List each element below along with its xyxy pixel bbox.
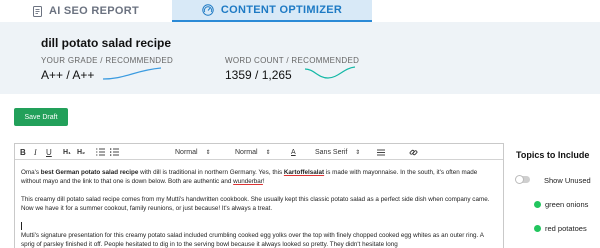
tab-ai-seo-report-label: AI SEO REPORT bbox=[48, 5, 140, 17]
italic-button[interactable]: I bbox=[34, 147, 37, 157]
ordered-list-button[interactable] bbox=[96, 147, 105, 157]
text-run: with dill is traditional in northern Ger… bbox=[138, 169, 284, 176]
text-run: Oma's bbox=[21, 169, 41, 176]
underline-button[interactable]: U bbox=[46, 147, 52, 157]
bold-keyword: best German potato salad recipe bbox=[40, 169, 139, 176]
font-select-label: Sans Serif bbox=[315, 148, 348, 156]
chevron-updown-icon: ⇕ bbox=[205, 149, 211, 156]
bold-button[interactable]: B bbox=[20, 147, 26, 157]
content-editor[interactable]: B I U H₁ H₂ Normal ⇕ Normal ⇕ A Sans Ser… bbox=[14, 143, 504, 248]
align-button[interactable] bbox=[377, 147, 385, 157]
topic-status-dot bbox=[534, 201, 541, 208]
misspelled-word: Kartoffelsalat bbox=[283, 169, 325, 176]
topics-title: Topics to Include bbox=[516, 150, 590, 160]
chevron-updown-icon: ⇕ bbox=[265, 149, 271, 156]
topic-item: red potatoes bbox=[545, 224, 587, 233]
size-select-1-label: Normal bbox=[175, 148, 198, 156]
target-keyword: dill potato salad recipe bbox=[41, 36, 172, 50]
wordcount-value: 1359 / 1,265 bbox=[225, 68, 292, 82]
ordered-list-icon bbox=[96, 148, 105, 156]
paragraph-2: This creamy dill potato salad recipe com… bbox=[21, 196, 490, 212]
topic-item: green onions bbox=[545, 200, 589, 209]
text-run: ! bbox=[262, 178, 265, 185]
chevron-updown-icon: ⇕ bbox=[355, 149, 361, 156]
save-draft-button[interactable]: Save Draft bbox=[14, 108, 68, 126]
toggle-knob bbox=[515, 175, 524, 184]
tab-ai-seo-report[interactable]: AI SEO REPORT bbox=[0, 0, 172, 22]
size-select-1[interactable]: Normal ⇕ bbox=[175, 147, 211, 157]
show-unused-toggle[interactable] bbox=[515, 175, 530, 184]
document-icon bbox=[32, 5, 42, 17]
grade-label: YOUR GRADE / RECOMMENDED bbox=[41, 56, 174, 65]
size-select-2[interactable]: Normal ⇕ bbox=[235, 147, 271, 157]
size-select-2-label: Normal bbox=[235, 148, 258, 156]
show-unused-label: Show Unused bbox=[544, 176, 591, 185]
optimizer-header: dill potato salad recipe YOUR GRADE / RE… bbox=[0, 22, 600, 94]
tab-content-optimizer-label: CONTENT OPTIMIZER bbox=[220, 4, 343, 16]
paragraph-3: Mutti's signature presentation for this … bbox=[21, 232, 484, 248]
editor-content[interactable]: Oma's best German potato salad recipe wi… bbox=[15, 160, 503, 248]
font-select[interactable]: Sans Serif ⇕ bbox=[315, 147, 360, 157]
bullet-list-icon bbox=[110, 148, 119, 156]
paragraph-1: Oma's best German potato salad recipe wi… bbox=[21, 168, 497, 186]
text-color-button[interactable]: A bbox=[291, 147, 296, 157]
editor-toolbar: B I U H₁ H₂ Normal ⇕ Normal ⇕ A Sans Ser… bbox=[15, 144, 503, 160]
link-button[interactable] bbox=[409, 147, 418, 157]
text-cursor bbox=[21, 222, 497, 230]
tab-bar: AI SEO REPORT CONTENT OPTIMIZER bbox=[0, 0, 600, 22]
heading2-button[interactable]: H₂ bbox=[77, 147, 85, 157]
align-icon bbox=[377, 149, 385, 155]
link-icon bbox=[409, 149, 418, 155]
misspelled-word: wunderbar bbox=[233, 178, 263, 185]
heading1-button[interactable]: H₁ bbox=[63, 147, 71, 157]
tab-content-optimizer[interactable]: CONTENT OPTIMIZER bbox=[172, 0, 372, 22]
bullet-list-button[interactable] bbox=[110, 147, 119, 157]
wordcount-sparkline bbox=[304, 66, 356, 79]
gauge-icon bbox=[202, 4, 214, 16]
grade-sparkline bbox=[102, 67, 162, 80]
grade-value: A++ / A++ bbox=[41, 68, 95, 82]
topic-status-dot bbox=[534, 225, 541, 232]
